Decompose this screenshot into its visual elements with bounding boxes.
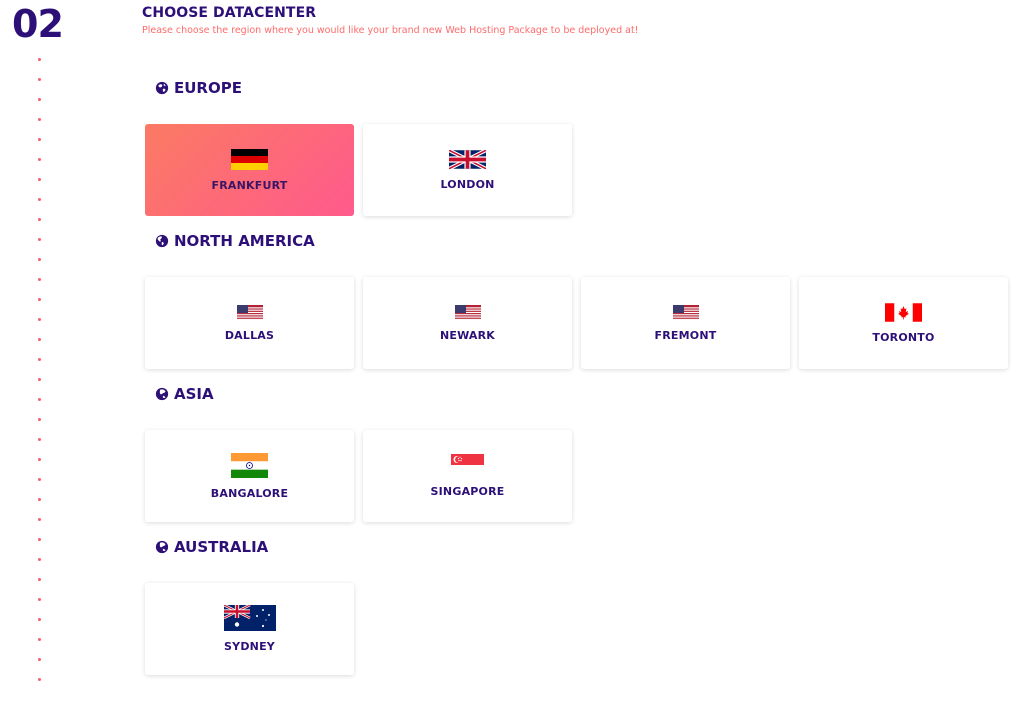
globe-asia-icon [155, 387, 169, 401]
location-card-dallas[interactable]: DALLAS [145, 277, 354, 369]
step-number: 02 [12, 2, 64, 46]
location-label: DALLAS [224, 328, 275, 342]
location-group-australia: SYDNEY [145, 583, 354, 675]
location-card-bangalore[interactable]: BANGALORE [145, 430, 354, 522]
usa-flag-icon [672, 304, 699, 320]
region-label: AUSTRALIA [174, 538, 269, 556]
region-heading-australia: AUSTRALIA [155, 538, 268, 556]
region-heading-asia: ASIA [155, 385, 214, 403]
location-card-frankfurt[interactable]: FRANKFURT [145, 124, 354, 216]
globe-asia-icon [155, 540, 169, 554]
region-heading-europe: EUROPE [155, 79, 242, 97]
location-label: FREMONT [654, 328, 717, 342]
region-label: NORTH AMERICA [174, 232, 315, 250]
location-card-singapore[interactable]: SINGAPORE [363, 430, 572, 522]
location-group-asia: BANGALORE SINGAPORE [145, 430, 572, 522]
step-progress-dots [38, 58, 42, 698]
germany-flag-icon [231, 148, 268, 170]
india-flag-icon [231, 452, 268, 478]
location-label: FRANKFURT [211, 178, 288, 192]
location-label: TORONTO [872, 330, 935, 344]
location-card-sydney[interactable]: SYDNEY [145, 583, 354, 675]
location-group-europe: FRANKFURT LONDON [145, 124, 572, 216]
location-label: NEWARK [439, 328, 496, 342]
australia-flag-icon [223, 605, 276, 631]
location-label: BANGALORE [210, 486, 289, 500]
page-title: CHOOSE DATACENTER [142, 5, 317, 21]
usa-flag-icon [454, 304, 481, 320]
region-label: ASIA [174, 385, 214, 403]
singapore-flag-icon [451, 454, 484, 476]
location-label: SINGAPORE [430, 485, 505, 498]
location-card-toronto[interactable]: TORONTO [799, 277, 1008, 369]
location-card-newark[interactable]: NEWARK [363, 277, 572, 369]
usa-flag-icon [236, 304, 263, 320]
location-card-fremont[interactable]: FREMONT [581, 277, 790, 369]
region-heading-north-america: NORTH AMERICA [155, 232, 315, 250]
canada-flag-icon [885, 302, 922, 322]
location-group-north-america: DALLAS NEWARK FREMONT TORONTO [145, 277, 1008, 369]
globe-americas-icon [155, 234, 169, 248]
page-subtitle: Please choose the region where you would… [142, 25, 639, 36]
region-label: EUROPE [174, 79, 242, 97]
location-label: SYDNEY [224, 640, 275, 653]
globe-europe-icon [155, 81, 169, 95]
location-card-london[interactable]: LONDON [363, 124, 572, 216]
uk-flag-icon [449, 149, 486, 169]
location-label: LONDON [440, 177, 495, 191]
section-header: CHOOSE DATACENTER Please choose the regi… [142, 5, 639, 36]
